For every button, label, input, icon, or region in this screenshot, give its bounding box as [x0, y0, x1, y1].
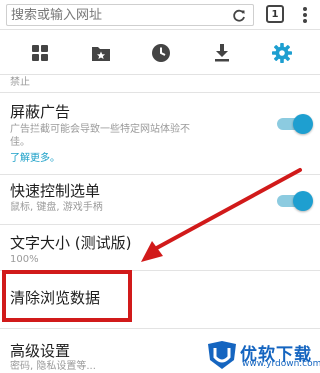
highlight-box	[2, 270, 132, 322]
setting-description: 广告拦截可能会导致一些特定网站体验不	[10, 124, 190, 135]
setting-value: 100%	[10, 254, 39, 265]
setting-description-cont: 佳。	[10, 137, 30, 148]
setting-title: 文字大小 (测试版)	[10, 234, 132, 252]
setting-description: 密码, 隐私设置等...	[10, 361, 96, 372]
browser-toolbar	[0, 31, 320, 75]
setting-title: 高级设置	[10, 342, 71, 360]
adblock-toggle[interactable]	[277, 114, 313, 134]
address-bar-row: 1	[0, 0, 320, 30]
setting-adblock[interactable]: 屏蔽广告 广告拦截可能会导致一些特定网站体验不 佳。 了解更多。	[0, 93, 320, 173]
watermark-url: www.yrdown.com	[242, 359, 320, 369]
bookmark-folder-icon[interactable]	[89, 41, 113, 65]
setting-quick-control[interactable]: 快速控制选单 鼠标, 键盘, 游戏手柄	[0, 175, 320, 223]
previous-setting-value: 禁止	[10, 77, 30, 88]
grid-icon[interactable]	[28, 41, 52, 65]
learn-more-link[interactable]: 了解更多。	[10, 149, 60, 164]
address-bar[interactable]	[6, 4, 254, 26]
search-input[interactable]	[11, 7, 229, 24]
watermark-logo	[208, 341, 236, 369]
overflow-menu-icon[interactable]	[298, 5, 312, 25]
download-icon[interactable]	[210, 41, 234, 65]
history-clock-icon[interactable]	[149, 41, 173, 65]
browser-settings-screen: 1	[0, 0, 320, 373]
settings-gear-icon[interactable]	[270, 41, 294, 65]
setting-title: 屏蔽广告	[10, 103, 71, 121]
refresh-icon[interactable]	[231, 8, 247, 24]
setting-description: 鼠标, 键盘, 游戏手柄	[10, 202, 103, 213]
quick-control-toggle[interactable]	[277, 191, 313, 211]
setting-text-size[interactable]: 文字大小 (测试版) 100%	[0, 225, 320, 270]
tab-count-button[interactable]: 1	[266, 5, 284, 23]
setting-title: 快速控制选单	[10, 182, 101, 200]
